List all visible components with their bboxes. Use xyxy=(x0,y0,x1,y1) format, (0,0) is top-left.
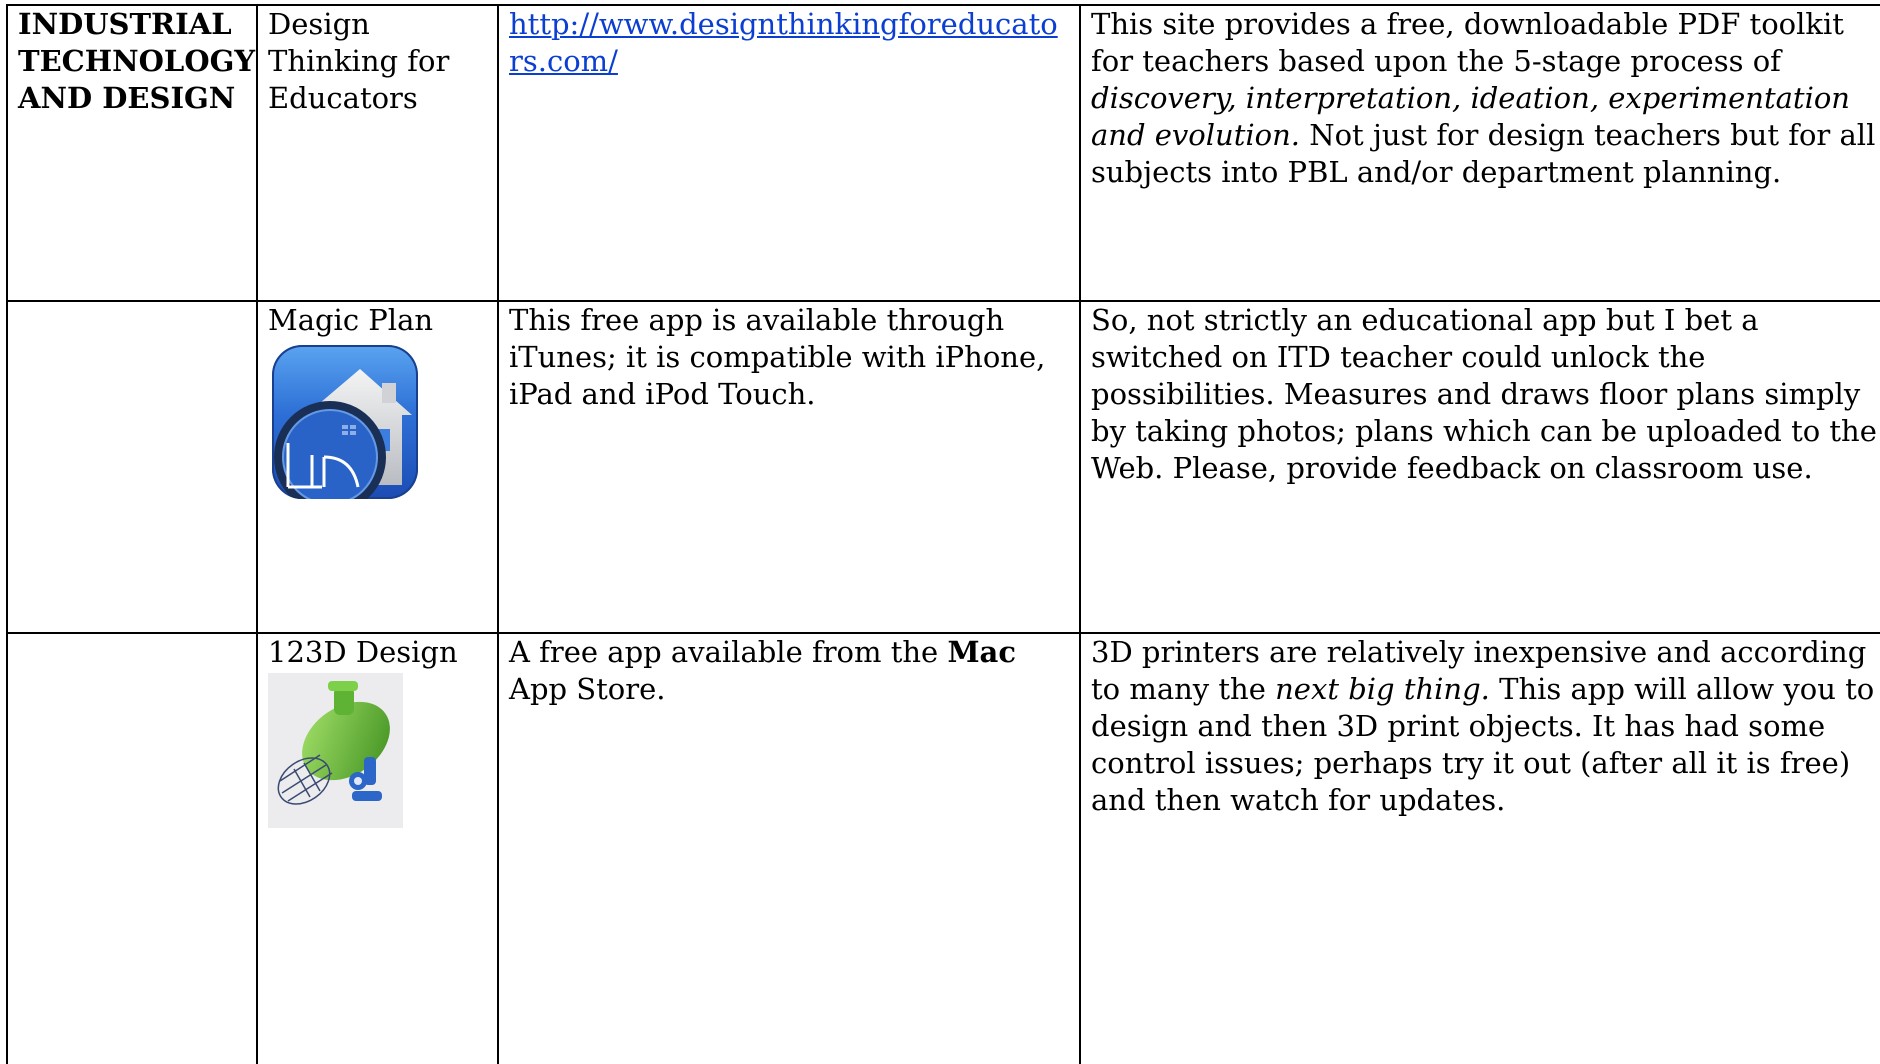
app-name-cell: Design Thinking for Educators xyxy=(256,4,499,302)
availability-cell: This free app is available through iTune… xyxy=(497,300,1081,634)
subject-cell-empty xyxy=(6,300,258,634)
description-cell: 3D printers are relatively inexpensive a… xyxy=(1079,632,1880,1064)
description-text: This site provides a free, downloadable … xyxy=(1091,7,1844,78)
magic-plan-app-icon xyxy=(272,345,418,499)
availability-cell: A free app available from the Mac App St… xyxy=(497,632,1081,1064)
availability-text: A free app available from the xyxy=(509,635,948,669)
app-name: Design Thinking for Educators xyxy=(268,7,450,115)
table-row: 123D Design A free app available from th… xyxy=(6,632,1880,1064)
table-row: Magic Plan This free app is available th… xyxy=(6,300,1880,634)
subject-cell-empty xyxy=(6,632,258,1064)
link-cell: http://www.designthinkingforeducators.co… xyxy=(497,4,1081,302)
description-cell: This site provides a free, downloadable … xyxy=(1079,4,1880,302)
app-name-cell: Magic Plan xyxy=(256,300,499,634)
app-name-cell: 123D Design xyxy=(256,632,499,1064)
123d-design-submarine-icon xyxy=(268,673,403,828)
availability-bold-text: Mac xyxy=(947,635,1017,669)
subject-heading-line2: TECHNOLOGY xyxy=(18,44,256,78)
availability-text: App Store. xyxy=(509,672,666,706)
subject-heading-line1: INDUSTRIAL xyxy=(18,7,232,41)
description-italic-text: next big thing. xyxy=(1275,672,1490,706)
subject-cell: INDUSTRIAL TECHNOLOGY AND DESIGN xyxy=(6,4,258,302)
resource-table: INDUSTRIAL TECHNOLOGY AND DESIGN Design … xyxy=(6,4,1880,1064)
app-name: 123D Design xyxy=(268,635,458,669)
design-thinking-link[interactable]: http://www.designthinkingforeducators.co… xyxy=(509,7,1058,78)
table-row: INDUSTRIAL TECHNOLOGY AND DESIGN Design … xyxy=(6,4,1880,302)
subject-heading-line3: AND DESIGN xyxy=(18,81,236,115)
description-text: So, not strictly an educational app but … xyxy=(1091,303,1877,485)
description-cell: So, not strictly an educational app but … xyxy=(1079,300,1880,634)
app-name: Magic Plan xyxy=(268,303,434,337)
availability-text: This free app is available through iTune… xyxy=(509,303,1046,411)
